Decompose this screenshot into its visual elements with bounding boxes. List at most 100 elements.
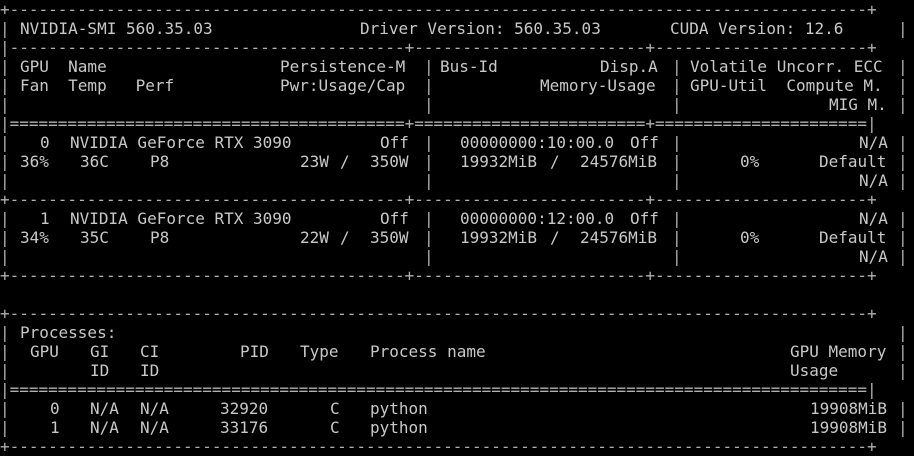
border-v: | [672, 76, 682, 95]
slash-separator: / [550, 228, 560, 247]
ecc-value: N/A [859, 209, 888, 228]
gpu-name: NVIDIA GeForce RTX 3090 [70, 209, 292, 228]
border-v: | [424, 228, 434, 247]
ecc-value: N/A [859, 133, 888, 152]
border-v: | [0, 133, 10, 152]
mig-header: MIG M. [829, 95, 887, 114]
persistence-header: Persistence-M [280, 57, 406, 76]
border-gpu-bottom: +---------------------------------------… [0, 266, 877, 285]
proc-gi-subheader: ID [90, 361, 110, 380]
border-v: | [898, 418, 908, 437]
border-gpu-sep: +---------------------------------------… [0, 190, 877, 209]
border-v: | [0, 323, 10, 342]
proc-ci-header: CI [140, 342, 160, 361]
power-usage: 23W [300, 152, 329, 171]
border-v: | [672, 209, 682, 228]
border-v: | [0, 342, 10, 361]
border-v: | [0, 361, 10, 380]
border-v: | [0, 399, 10, 418]
power-header: Pwr:Usage/Cap [280, 76, 406, 95]
perf-value: P8 [150, 152, 170, 171]
power-cap: 350W [370, 152, 409, 171]
border-v: | [898, 247, 908, 266]
disp-a-header: Disp.A [600, 57, 658, 76]
border-v: | [898, 171, 908, 190]
proc-ci-subheader: ID [140, 361, 160, 380]
border-v: | [898, 57, 908, 76]
border-proc-bottom: +---------------------------------------… [0, 437, 877, 456]
border-v: | [898, 209, 908, 228]
border-v: | [0, 418, 10, 437]
border-top: +---------------------------------------… [0, 0, 877, 19]
border-v: | [672, 247, 682, 266]
border-v: | [424, 209, 434, 228]
util-compute-header: GPU-Util Compute M. [690, 76, 883, 95]
border-v: | [672, 228, 682, 247]
proc-mem-header: GPU Memory [790, 342, 887, 361]
border-v: | [0, 57, 10, 76]
border-v: | [424, 152, 434, 171]
border-v: | [898, 228, 908, 247]
fan-temp-perf-header: Fan Temp Perf [20, 76, 175, 95]
border-v: | [898, 133, 908, 152]
bus-id: 00000000:12:00.0 [460, 209, 615, 228]
temp-value: 36C [80, 152, 109, 171]
proc-name-header: Process name [370, 342, 486, 361]
proc-pid: 32920 [220, 399, 269, 418]
slash-separator: / [340, 228, 350, 247]
gpu-name: NVIDIA GeForce RTX 3090 [70, 133, 292, 152]
slash-separator: / [550, 152, 560, 171]
header-row: | [0, 19, 10, 38]
compute-mode: Default [819, 228, 887, 247]
disp-a-value: Off [630, 133, 659, 152]
cuda-version: CUDA Version: 12.6 [670, 19, 844, 38]
border-v: | [424, 247, 434, 266]
gpu-index: 0 [40, 133, 50, 152]
border-v: | [898, 399, 908, 418]
proc-gi-header: GI [90, 342, 110, 361]
gpu-name-header: GPU Name [20, 57, 107, 76]
border-v: | [424, 95, 434, 114]
border-v: | [0, 152, 10, 171]
proc-name: python [370, 418, 428, 437]
border-v: | [0, 228, 10, 247]
proc-pid: 33176 [220, 418, 269, 437]
memory-used: 19932MiB [460, 152, 538, 171]
mig-value: N/A [859, 171, 888, 190]
border-v: | [898, 152, 908, 171]
memory-usage-header: Memory-Usage [540, 76, 656, 95]
border-proc-top: +---------------------------------------… [0, 304, 877, 323]
border-v: | [424, 57, 434, 76]
proc-ci: N/A [140, 399, 169, 418]
fan-value: 34% [20, 228, 49, 247]
compute-mode: Default [819, 152, 887, 171]
smi-version: NVIDIA-SMI 560.35.03 [20, 19, 213, 38]
border-v: | [424, 133, 434, 152]
mig-value: N/A [859, 247, 888, 266]
border-header-sep: |---------------------------------------… [0, 38, 877, 57]
proc-mem: 19908MiB [810, 399, 888, 418]
proc-type: C [330, 418, 340, 437]
border-right: | [898, 19, 908, 38]
persistence-value: Off [380, 133, 409, 152]
proc-gpu: 0 [50, 399, 60, 418]
border-v: | [424, 76, 434, 95]
border-v: | [424, 171, 434, 190]
border-v: | [0, 171, 10, 190]
gpu-index: 1 [40, 209, 50, 228]
proc-mem: 19908MiB [810, 418, 888, 437]
volatile-ecc-header: Volatile Uncorr. ECC [690, 57, 883, 76]
driver-version: Driver Version: 560.35.03 [360, 19, 601, 38]
memory-total: 24576MiB [580, 152, 658, 171]
border-v: | [672, 95, 682, 114]
border-v: | [898, 342, 908, 361]
proc-gpu: 1 [50, 418, 60, 437]
border-v: | [0, 76, 10, 95]
gpu-util: 0% [740, 228, 760, 247]
proc-ci: N/A [140, 418, 169, 437]
fan-value: 36% [20, 152, 49, 171]
proc-gi: N/A [90, 418, 119, 437]
memory-used: 19932MiB [460, 228, 538, 247]
border-v: | [898, 76, 908, 95]
border-v: | [898, 323, 908, 342]
